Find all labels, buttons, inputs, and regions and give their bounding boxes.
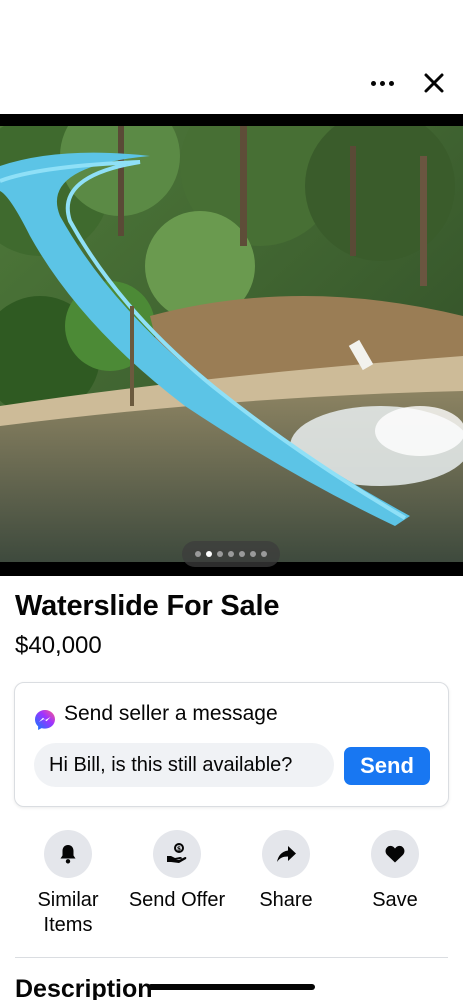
save-label: Save (372, 889, 418, 911)
save-button[interactable]: Save (340, 830, 450, 913)
send-offer-icon: $ (153, 830, 201, 878)
action-row: Similar Items $ Send Offer Share Save (0, 830, 463, 940)
page-dot (261, 551, 267, 557)
send-offer-button[interactable]: $ Send Offer (122, 830, 232, 913)
similar-items-button[interactable]: Similar Items (13, 830, 123, 938)
share-button[interactable]: Share (231, 830, 341, 913)
similar-items-label: Similar Items (37, 889, 99, 936)
description-heading: Description (15, 975, 153, 1000)
bell-icon (44, 830, 92, 878)
listing-title: Waterslide For Sale (15, 590, 280, 622)
send-button[interactable]: Send (344, 747, 430, 785)
messenger-icon (35, 710, 55, 730)
more-dot (388, 80, 394, 86)
listing-price: $40,000 (15, 632, 102, 659)
page-dot (217, 551, 223, 557)
heart-icon (371, 830, 419, 878)
send-offer-label: Send Offer (128, 889, 226, 911)
divider (15, 957, 448, 958)
waterslide-photo (0, 126, 463, 562)
listing-photo-image (0, 126, 463, 562)
home-indicator[interactable] (148, 984, 315, 990)
close-icon[interactable] (420, 68, 448, 98)
message-input[interactable] (34, 743, 334, 787)
page-dot-active (206, 551, 212, 557)
more-dot (370, 80, 376, 86)
photo-pagination[interactable] (182, 541, 280, 567)
svg-text:$: $ (177, 846, 181, 853)
share-icon (262, 830, 310, 878)
share-label: Share (259, 889, 313, 911)
page-dot (195, 551, 201, 557)
top-bar (0, 0, 463, 114)
listing-photo[interactable] (0, 114, 463, 576)
message-seller-card: Send seller a message Send (14, 682, 449, 807)
page-dot (228, 551, 234, 557)
message-card-heading: Send seller a message (64, 702, 278, 725)
page-dot (250, 551, 256, 557)
page-dot (239, 551, 245, 557)
more-dot (379, 80, 385, 86)
more-options-button[interactable] (364, 70, 400, 96)
